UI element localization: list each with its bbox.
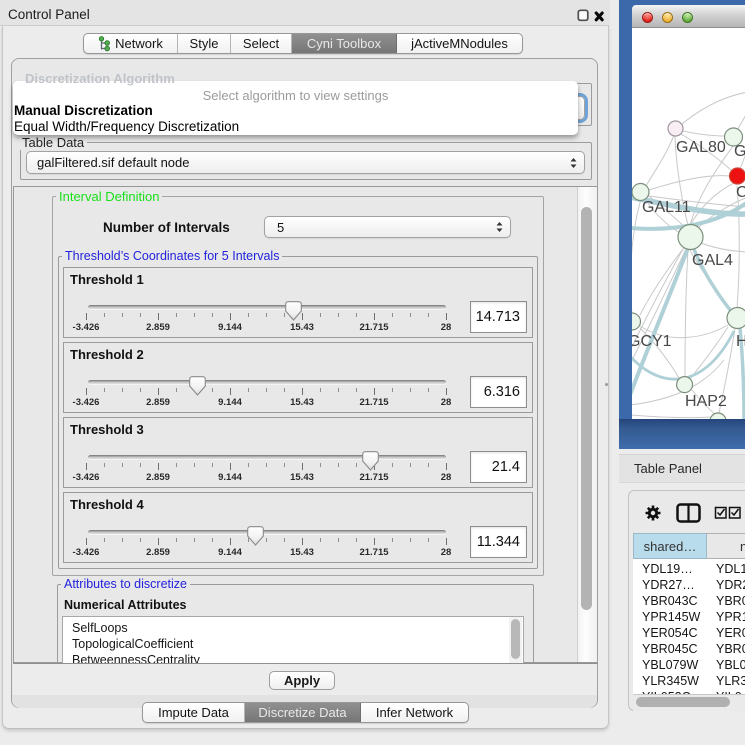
svg-text:C: C bbox=[736, 184, 745, 201]
svg-text:GCY1: GCY1 bbox=[632, 333, 672, 350]
svg-text:HAP2: HAP2 bbox=[685, 393, 727, 410]
svg-text:GAL11: GAL11 bbox=[642, 199, 691, 216]
svg-text:GA: GA bbox=[734, 143, 745, 160]
svg-text:GAL80: GAL80 bbox=[676, 139, 726, 156]
svg-text:H: H bbox=[736, 333, 745, 350]
svg-text:GAL4: GAL4 bbox=[692, 252, 733, 269]
